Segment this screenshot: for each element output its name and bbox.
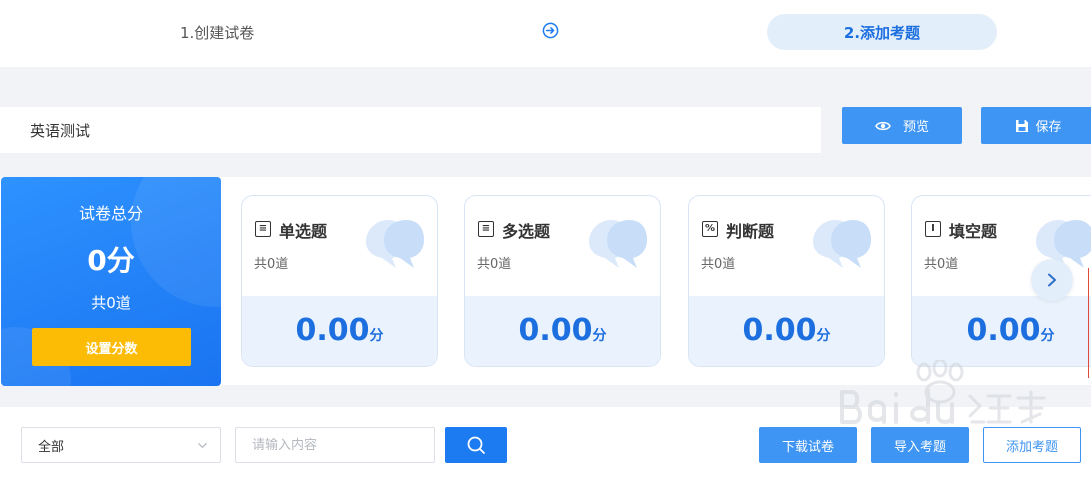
- step-create-paper[interactable]: 1.创建试卷: [180, 22, 254, 43]
- arrow-right-circle-icon: [542, 22, 559, 39]
- question-type-card-single[interactable]: ≡ 单选题 共0道 0.00分: [241, 195, 438, 367]
- question-type-name: 填空题: [949, 222, 998, 241]
- score-number: 0.00: [518, 313, 593, 348]
- question-type-count: 共0道: [477, 257, 512, 272]
- score-number: 0.00: [742, 313, 817, 348]
- score-unit: 分: [592, 328, 607, 344]
- total-score-label: 试卷总分: [78, 204, 143, 223]
- watermark-logo: [840, 360, 1046, 424]
- select-value: 全部: [38, 439, 65, 455]
- step-bar: 1.创建试卷 2.添加考题: [0, 0, 1091, 67]
- eye-icon: [875, 121, 891, 130]
- question-type-name: 判断题: [726, 222, 775, 241]
- next-cards-button[interactable]: [1031, 259, 1073, 301]
- question-type-count: 共0道: [924, 257, 959, 272]
- question-type-count: 共0道: [701, 257, 736, 272]
- question-type-score: 0.00分: [912, 313, 1091, 348]
- step-add-questions-label: 2.添加考题: [843, 23, 921, 42]
- score-unit: 分: [816, 328, 831, 344]
- score-unit: 分: [369, 328, 384, 344]
- floppy-disk-icon: [1016, 119, 1029, 132]
- total-question-count: 共0道: [91, 294, 131, 312]
- speech-bubble-icon: [589, 220, 647, 268]
- set-score-button[interactable]: 设置分数: [32, 328, 191, 366]
- search-button[interactable]: [445, 427, 507, 463]
- score-number: 0.00: [966, 313, 1041, 348]
- exam-title-input[interactable]: [0, 107, 821, 153]
- text-cursor-icon: I: [925, 221, 941, 237]
- total-score-value: 0分: [87, 244, 135, 277]
- percent-icon: %: [702, 221, 718, 237]
- search-icon: [467, 436, 485, 454]
- search-input[interactable]: [235, 427, 435, 463]
- speech-bubble-icon: [366, 220, 424, 268]
- save-button[interactable]: 保存: [981, 107, 1091, 144]
- speech-bubble-icon: [813, 220, 871, 268]
- divider-line: [1088, 268, 1089, 378]
- question-type-score: 0.00分: [242, 313, 437, 348]
- score-number: 0.00: [295, 313, 370, 348]
- total-score-card: 试卷总分 0分 共0道 设置分数: [1, 177, 221, 386]
- step-add-questions[interactable]: 2.添加考题: [767, 14, 997, 50]
- question-type-card-multiple[interactable]: ≡ 多选题 共0道 0.00分: [464, 195, 661, 367]
- question-type-name: 单选题: [279, 222, 328, 241]
- preview-button[interactable]: 预览: [842, 107, 962, 144]
- question-type-score: 0.00分: [689, 313, 884, 348]
- question-type-score: 0.00分: [465, 313, 660, 348]
- preview-button-label: 预览: [902, 120, 929, 135]
- question-type-select[interactable]: 全部: [21, 427, 221, 463]
- chevron-right-icon: [1048, 273, 1056, 287]
- list-icon: ≡: [478, 221, 494, 237]
- question-type-card-true-false[interactable]: % 判断题 共0道 0.00分: [688, 195, 885, 367]
- chevron-down-icon: [198, 443, 207, 448]
- score-unit: 分: [1040, 328, 1055, 344]
- question-type-count: 共0道: [254, 257, 289, 272]
- question-type-name: 多选题: [502, 222, 551, 241]
- list-icon: ≡: [255, 221, 271, 237]
- save-button-label: 保存: [1035, 120, 1062, 135]
